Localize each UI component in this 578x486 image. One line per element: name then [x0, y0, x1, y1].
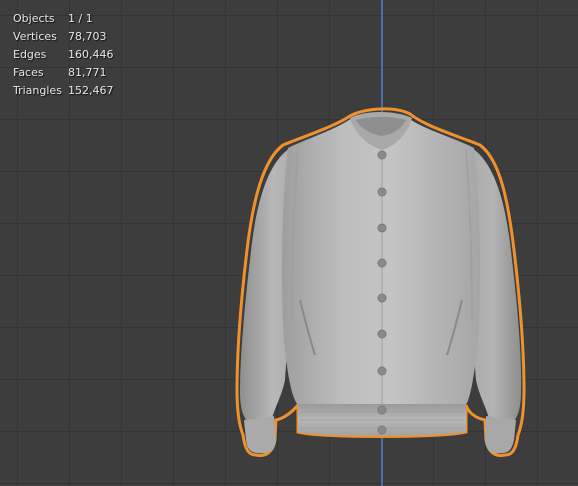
- stat-label: Vertices: [13, 30, 57, 43]
- stat-vertices: Vertices 78,703: [13, 28, 114, 46]
- stat-label: Objects: [13, 12, 55, 25]
- stat-edges: Edges 160,446: [13, 46, 114, 64]
- stats-overlay: Objects 1 / 1 Vertices 78,703 Edges 160,…: [13, 10, 114, 100]
- stat-objects: Objects 1 / 1: [13, 10, 114, 28]
- stat-faces: Faces 81,771: [13, 64, 114, 82]
- button: [377, 293, 387, 303]
- button: [377, 258, 387, 268]
- 3d-viewport[interactable]: Objects 1 / 1 Vertices 78,703 Edges 160,…: [0, 0, 578, 486]
- button: [377, 187, 387, 197]
- right-cuff: [485, 416, 516, 454]
- stat-value: 81,771: [68, 66, 107, 79]
- stat-label: Triangles: [13, 84, 62, 97]
- stat-triangles: Triangles 152,467: [13, 82, 114, 100]
- button: [377, 366, 387, 376]
- stat-label: Faces: [13, 66, 44, 79]
- stat-value: 78,703: [68, 30, 107, 43]
- button: [377, 329, 387, 339]
- stat-value: 1 / 1: [68, 12, 93, 25]
- stat-value: 152,467: [68, 84, 114, 97]
- button: [377, 405, 387, 415]
- button: [377, 425, 387, 435]
- button: [377, 150, 387, 160]
- stat-label: Edges: [13, 48, 47, 61]
- button: [377, 223, 387, 233]
- left-cuff: [244, 416, 276, 454]
- stat-value: 160,446: [68, 48, 114, 61]
